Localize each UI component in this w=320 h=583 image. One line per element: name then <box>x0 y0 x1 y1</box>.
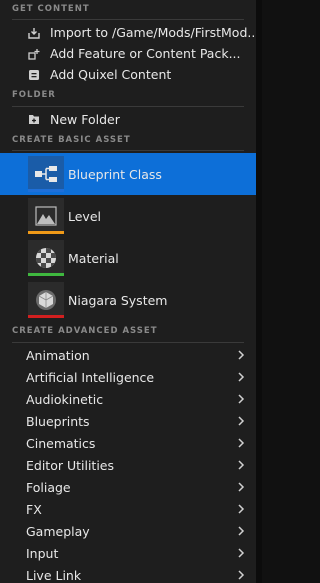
menu-item-label: Add Quixel Content <box>50 67 172 82</box>
submenu-label: Audiokinetic <box>26 391 104 407</box>
submenu-item-foliage[interactable]: Foliage <box>0 476 256 498</box>
submenu-item-animation[interactable]: Animation <box>0 344 256 366</box>
submenu-item-cinematics[interactable]: Cinematics <box>0 432 256 454</box>
content-browser-add-menu: GET CONTENT Import to /Game/Mods/FirstMo… <box>0 0 256 583</box>
level-icon <box>35 206 57 226</box>
new-folder-icon <box>28 113 40 125</box>
asset-item-label: Level <box>68 208 101 224</box>
submenu-label: Input <box>26 545 59 561</box>
blueprint-class-icon <box>35 166 57 182</box>
menu-item-add-feature-pack[interactable]: Add Feature or Content Pack... <box>0 43 256 64</box>
section-title: GET CONTENT <box>12 4 90 14</box>
menu-item-label: Add Feature or Content Pack... <box>50 46 241 61</box>
submenu-item-blueprints[interactable]: Blueprints <box>0 410 256 432</box>
asset-item-material[interactable]: Material <box>0 237 256 279</box>
section-divider <box>12 19 244 20</box>
submenu-label: Blueprints <box>26 413 90 429</box>
asset-item-label: Niagara System <box>68 292 168 308</box>
submenu-item-editor-utilities[interactable]: Editor Utilities <box>0 454 256 476</box>
submenu-item-fx[interactable]: FX <box>0 498 256 520</box>
menu-item-import[interactable]: Import to /Game/Mods/FirstMod... <box>0 22 256 43</box>
submenu-label: Gameplay <box>26 523 90 539</box>
asset-item-level[interactable]: Level <box>0 195 256 237</box>
chevron-right-icon <box>236 504 246 514</box>
chevron-right-icon <box>236 438 246 448</box>
section-title: CREATE ADVANCED ASSET <box>12 326 158 336</box>
asset-color-bar <box>28 189 64 192</box>
chevron-right-icon <box>236 350 246 360</box>
section-header-get-content: GET CONTENT <box>0 0 256 20</box>
section-divider <box>12 150 244 151</box>
niagara-system-thumbnail <box>28 282 64 318</box>
submenu-item-input[interactable]: Input <box>0 542 256 564</box>
section-header-create-advanced-asset: CREATE ADVANCED ASSET <box>0 321 256 343</box>
asset-color-bar <box>28 315 64 318</box>
submenu-label: Animation <box>26 347 90 363</box>
submenu-item-audiokinetic[interactable]: Audiokinetic <box>0 388 256 410</box>
section-title: CREATE BASIC ASSET <box>12 135 131 145</box>
section-title: FOLDER <box>12 90 56 100</box>
menu-item-add-quixel[interactable]: Add Quixel Content <box>0 64 256 85</box>
section-divider <box>12 106 244 107</box>
quixel-icon <box>28 69 40 81</box>
submenu-label: FX <box>26 501 42 517</box>
menu-item-new-folder[interactable]: New Folder <box>0 107 256 131</box>
feature-pack-icon <box>28 48 40 60</box>
submenu-label: Cinematics <box>26 435 96 451</box>
submenu-label: Editor Utilities <box>26 457 115 473</box>
chevron-right-icon <box>236 372 246 382</box>
chevron-right-icon <box>236 570 246 580</box>
asset-color-bar <box>28 231 64 234</box>
niagara-system-icon <box>36 290 56 310</box>
submenu-label: Foliage <box>26 479 71 495</box>
chevron-right-icon <box>236 460 246 470</box>
advanced-asset-list: Animation Artificial Intelligence Audiok… <box>0 343 256 583</box>
asset-item-blueprint-class[interactable]: Blueprint Class <box>0 153 256 195</box>
submenu-item-artificial-intelligence[interactable]: Artificial Intelligence <box>0 366 256 388</box>
chevron-right-icon <box>236 548 246 558</box>
blueprint-class-thumbnail <box>28 156 64 192</box>
asset-item-niagara-system[interactable]: Niagara System <box>0 279 256 321</box>
asset-color-bar <box>28 273 64 276</box>
import-icon <box>28 27 40 39</box>
menu-shadow-edge <box>256 0 262 583</box>
level-thumbnail <box>28 198 64 234</box>
submenu-item-live-link[interactable]: Live Link <box>0 564 256 583</box>
chevron-right-icon <box>236 416 246 426</box>
chevron-right-icon <box>236 394 246 404</box>
submenu-label: Artificial Intelligence <box>26 369 155 385</box>
chevron-right-icon <box>236 482 246 492</box>
material-icon <box>36 248 56 268</box>
section-divider <box>12 342 244 343</box>
asset-item-label: Material <box>68 250 119 266</box>
submenu-item-gameplay[interactable]: Gameplay <box>0 520 256 542</box>
asset-item-label: Blueprint Class <box>68 166 162 182</box>
section-header-folder: FOLDER <box>0 85 256 107</box>
material-thumbnail <box>28 240 64 276</box>
menu-item-label: Import to /Game/Mods/FirstMod... <box>50 25 256 40</box>
submenu-label: Live Link <box>26 567 82 583</box>
section-header-create-basic-asset: CREATE BASIC ASSET <box>0 131 256 151</box>
menu-item-label: New Folder <box>50 111 120 127</box>
chevron-right-icon <box>236 526 246 536</box>
